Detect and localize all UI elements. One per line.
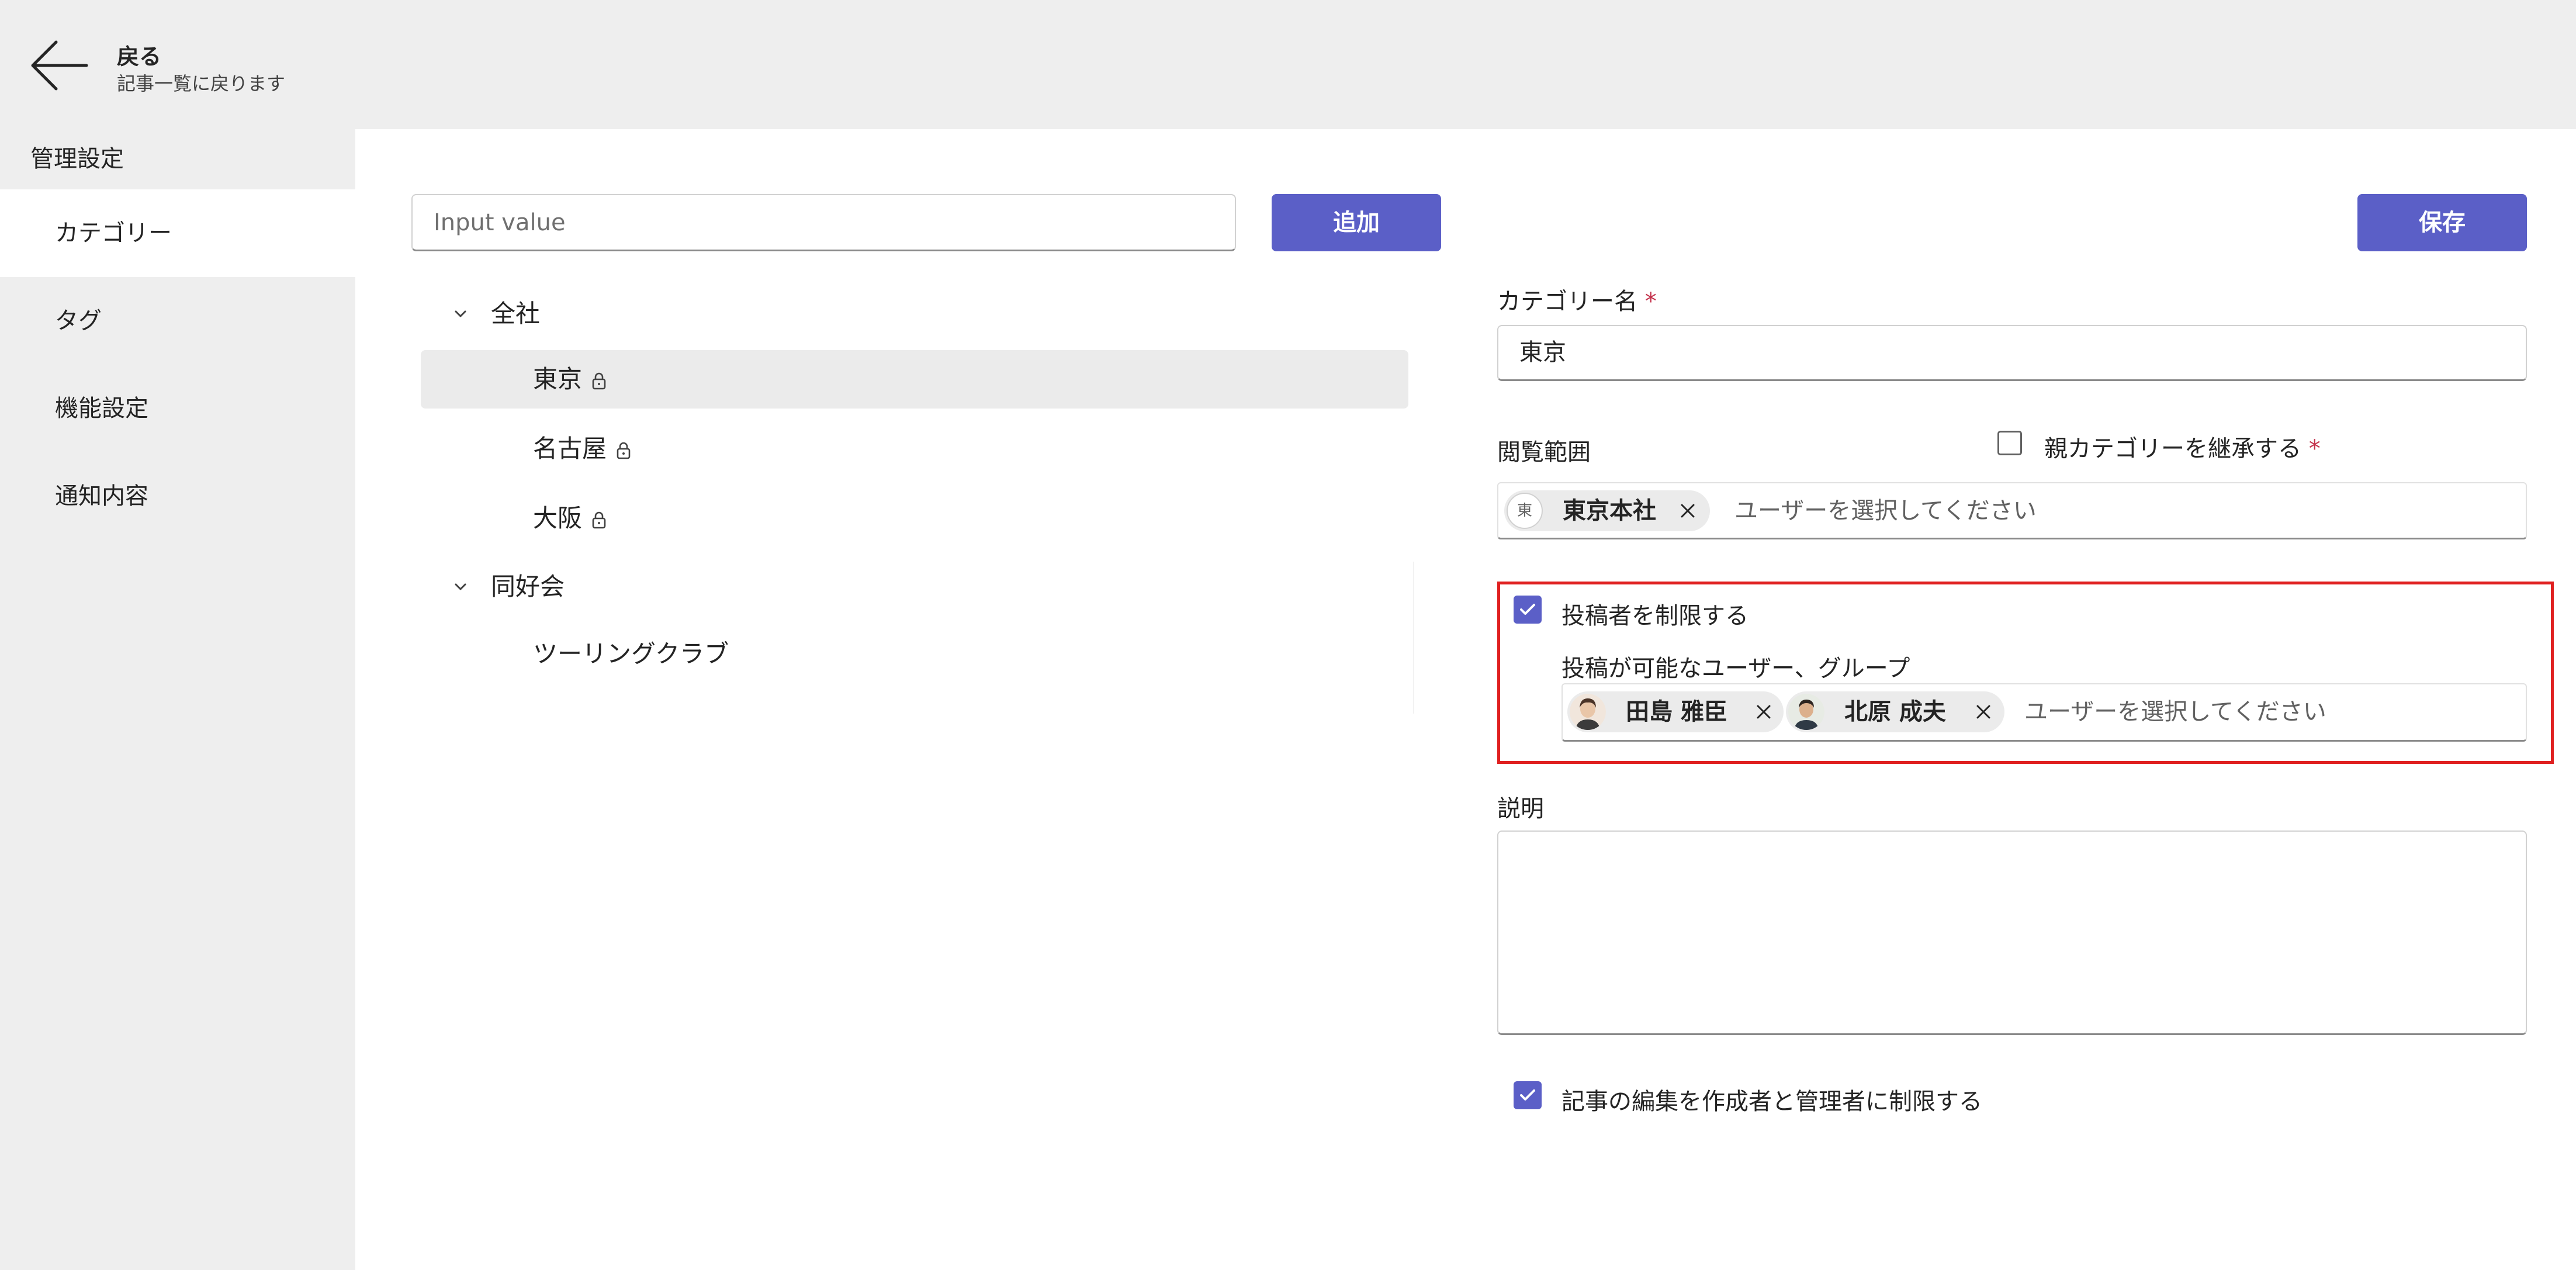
tree-item-nagoya[interactable]: 名古屋 — [421, 420, 1408, 478]
description-label: 説明 — [1497, 795, 1544, 822]
tree-divider — [1413, 562, 1414, 714]
category-name-input[interactable]: 東京 — [1497, 325, 2527, 381]
tree-item-tokyo[interactable]: 東京 — [421, 350, 1408, 409]
restrict-edit-label[interactable]: 記事の編集を作成者と管理者に制限する — [1561, 1082, 1982, 1116]
tree-group-doukoukai[interactable]: 同好会 — [355, 558, 1407, 616]
tree-item-label: 東京 — [533, 365, 583, 393]
inherit-parent-label-text: 親カテゴリーを継承する — [2044, 435, 2301, 462]
poster-chip-tajima[interactable]: 田島 雅臣 — [1567, 691, 1784, 732]
sidebar-item-notification[interactable]: 通知内容 — [0, 452, 355, 540]
lock-icon — [617, 442, 631, 459]
dismiss-icon[interactable] — [1753, 701, 1774, 722]
new-category-input[interactable] — [411, 194, 1236, 251]
back-title[interactable]: 戻る — [117, 39, 161, 71]
allowed-posters-label: 投稿が可能なユーザー、グループ — [1561, 655, 1910, 682]
save-button[interactable]: 保存 — [2357, 194, 2527, 251]
required-mark: * — [1644, 288, 1657, 315]
sidebar: 管理設定 カテゴリー タグ 機能設定 通知内容 — [0, 129, 355, 1270]
view-scope-label: 閲覧範囲 — [1497, 439, 1591, 466]
view-scope-picker[interactable]: 東 東京本社 ユーザーを選択してください — [1497, 482, 2527, 539]
chip-label: 田島 雅臣 — [1626, 698, 1727, 725]
arrow-left-icon — [31, 40, 88, 91]
chevron-down-icon[interactable] — [449, 285, 472, 343]
tree-item-label: ツーリングクラブ — [533, 639, 729, 668]
tree-item-label-wrap: 東京 — [533, 350, 608, 409]
tree-group-zensha[interactable]: 全社 — [355, 285, 1407, 343]
lock-icon — [592, 511, 606, 528]
tree-item-touring-club[interactable]: ツーリングクラブ — [421, 625, 1408, 683]
tree-item-label-wrap: 大阪 — [533, 489, 608, 548]
sidebar-item-tag[interactable]: タグ — [0, 277, 355, 365]
category-name-label: カテゴリー名 * — [1497, 282, 1657, 316]
user-picker-placeholder: ユーザーを選択してください — [2024, 698, 2326, 725]
chip-label: 東京本社 — [1563, 497, 1656, 524]
dismiss-icon[interactable] — [1973, 701, 1994, 722]
user-avatar — [1570, 694, 1606, 730]
scope-chip-tokyo-honsha[interactable]: 東 東京本社 — [1504, 490, 1710, 531]
tree-item-label: 大阪 — [533, 504, 583, 532]
description-textarea[interactable] — [1497, 830, 2527, 1035]
tree-group-label: 全社 — [491, 299, 541, 328]
sidebar-item-label: カテゴリー — [55, 220, 172, 247]
header-bar: 戻る 記事一覧に戻ります — [0, 0, 2576, 129]
sidebar-item-label: 機能設定 — [55, 395, 148, 422]
sidebar-item-feature-settings[interactable]: 機能設定 — [0, 365, 355, 452]
checkmark-icon — [1520, 1089, 1535, 1101]
user-avatar — [1788, 694, 1824, 730]
inherit-parent-checkbox[interactable] — [1997, 431, 2022, 455]
allowed-posters-picker[interactable]: 田島 雅臣 北原 成夫 ユーザーを選択してください — [1561, 683, 2527, 742]
main-content: 追加 保存 全社 東京 名古屋 大阪 同好会 ツーリングクラブ カテゴリー名 * — [355, 129, 2576, 1270]
user-picker-placeholder: ユーザーを選択してください — [1734, 497, 2037, 524]
sidebar-heading: 管理設定 — [30, 146, 124, 172]
sidebar-item-label: 通知内容 — [55, 483, 148, 510]
restrict-posters-label[interactable]: 投稿者を制限する — [1561, 597, 1749, 631]
sidebar-item-label: タグ — [55, 307, 102, 334]
back-button[interactable] — [26, 34, 94, 97]
restrict-edit-checkbox[interactable] — [1514, 1081, 1542, 1109]
sidebar-item-category[interactable]: カテゴリー — [0, 189, 355, 277]
back-subtitle: 記事一覧に戻ります — [117, 72, 286, 95]
dismiss-icon[interactable] — [1677, 500, 1698, 521]
chip-label: 北原 成夫 — [1844, 698, 1946, 725]
poster-chip-kitahara[interactable]: 北原 成夫 — [1786, 691, 2004, 732]
add-button[interactable]: 追加 — [1272, 194, 1441, 251]
restrict-posters-checkbox[interactable] — [1514, 596, 1542, 624]
tree-group-label: 同好会 — [491, 572, 565, 601]
inherit-parent-label[interactable]: 親カテゴリーを継承する * — [2044, 430, 2321, 463]
group-avatar: 東 — [1507, 493, 1543, 529]
lock-icon — [592, 372, 606, 389]
tree-item-osaka[interactable]: 大阪 — [421, 489, 1408, 548]
tree-item-label-wrap: 名古屋 — [533, 420, 632, 478]
checkmark-icon — [1520, 604, 1535, 615]
category-name-label-text: カテゴリー名 — [1497, 288, 1637, 315]
required-mark: * — [2308, 435, 2321, 462]
chevron-down-icon[interactable] — [449, 558, 472, 616]
tree-item-label: 名古屋 — [533, 434, 607, 463]
